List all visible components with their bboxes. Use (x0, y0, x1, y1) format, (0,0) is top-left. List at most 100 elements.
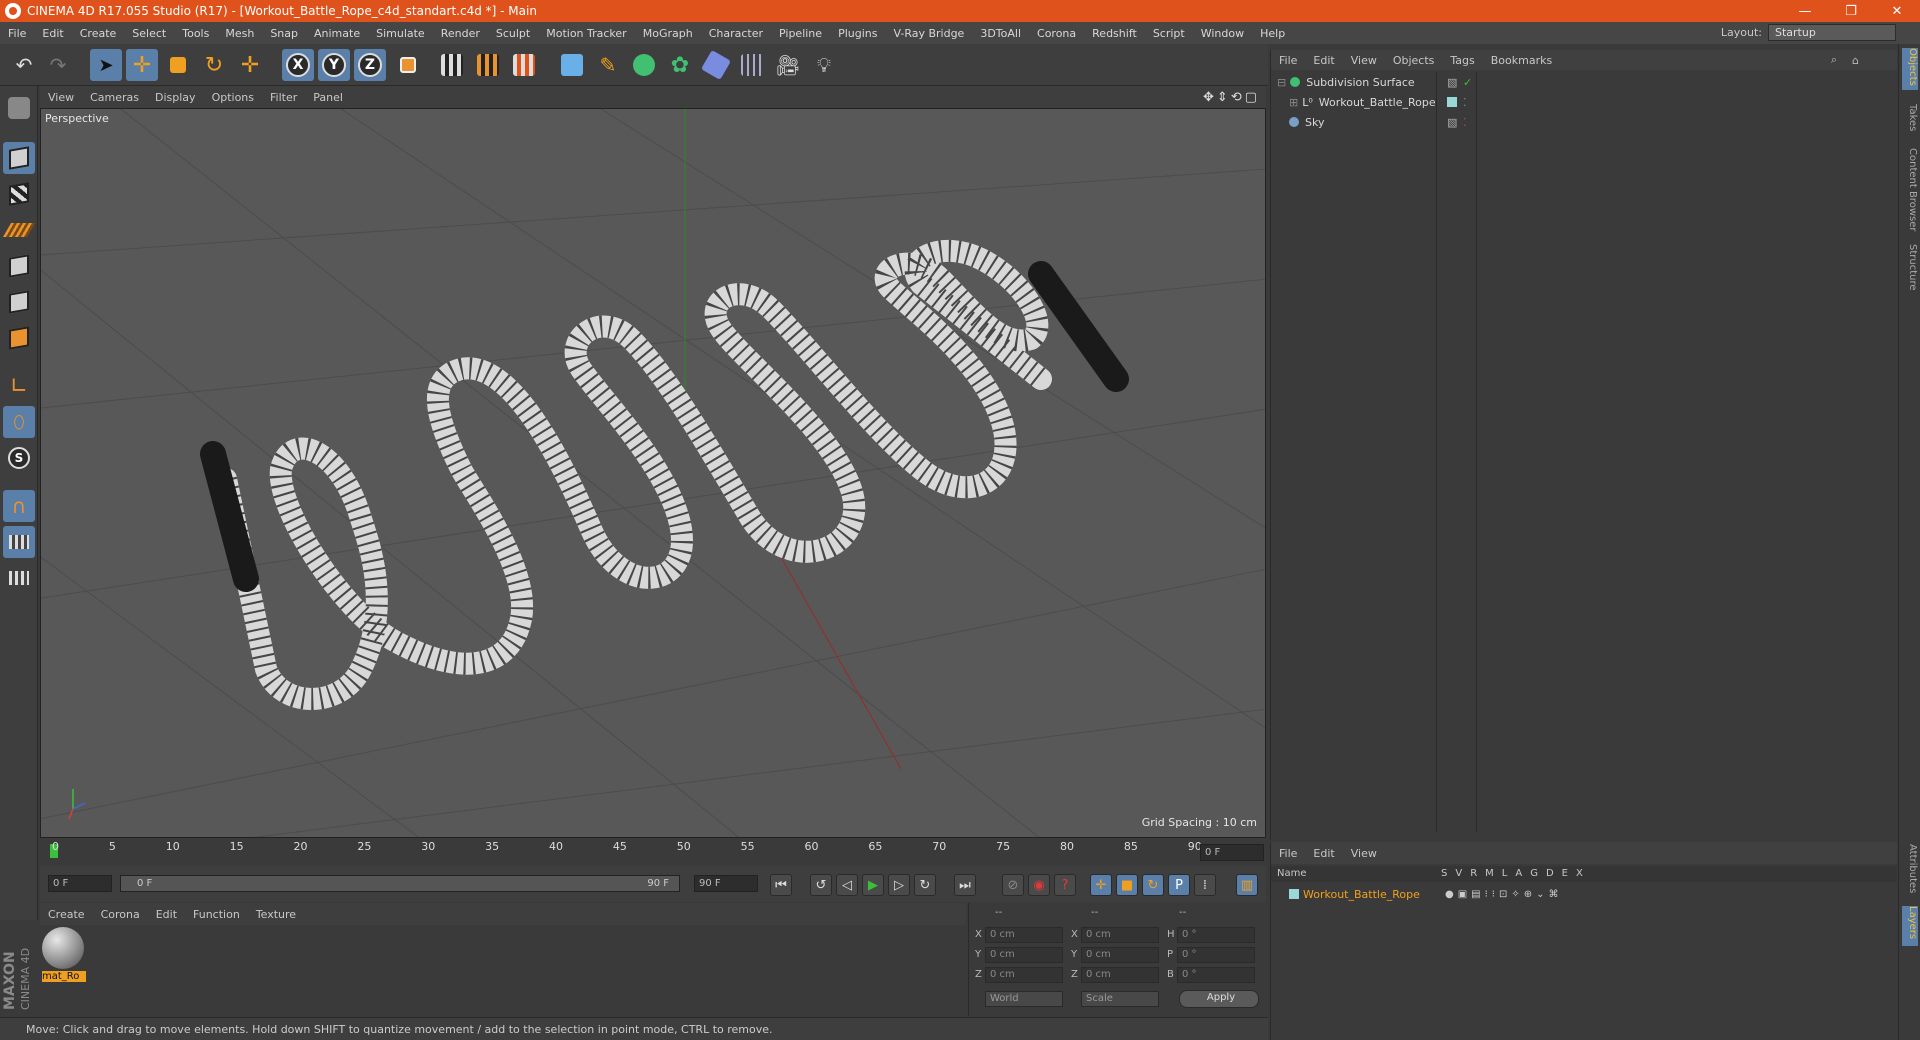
objmgr-menu-bookmarks[interactable]: Bookmarks (1483, 54, 1560, 67)
polygons-mode-button[interactable] (3, 322, 35, 354)
col-manager[interactable]: M (1485, 866, 1494, 882)
next-keyframe-button[interactable]: ↻ (914, 874, 936, 896)
laymgr-menu-view[interactable]: View (1343, 847, 1385, 860)
next-frame-button[interactable]: ▷ (888, 874, 910, 896)
play-button[interactable]: ▶ (862, 874, 884, 896)
viewport-menu-panel[interactable]: Panel (305, 91, 351, 104)
key-position-button[interactable]: ✛ (1090, 874, 1112, 896)
object-row[interactable]: Sky ▧ ⁚ (1271, 112, 1897, 132)
menu-motion-tracker[interactable]: Motion Tracker (538, 27, 634, 40)
render-picture-viewer-button[interactable] (472, 49, 504, 81)
coord-system-dropdown[interactable]: World (985, 991, 1063, 1007)
objmgr-menu-tags[interactable]: Tags (1442, 54, 1482, 67)
menu-select[interactable]: Select (124, 27, 174, 40)
render-view-button[interactable] (436, 49, 468, 81)
tweak-mode-button[interactable]: ⬯ (3, 406, 35, 438)
texture-mode-button[interactable] (3, 178, 35, 210)
go-to-end-button[interactable]: ⏭ (954, 874, 976, 896)
col-view[interactable]: V (1455, 866, 1462, 882)
tab-structure[interactable]: Structure (1902, 244, 1918, 294)
col-xrefs[interactable]: X (1576, 866, 1583, 882)
menu-simulate[interactable]: Simulate (368, 27, 433, 40)
size-y-field[interactable]: 0 cm (1081, 947, 1159, 963)
menu-3dtoall[interactable]: 3DToAll (972, 27, 1029, 40)
col-deformers[interactable]: D (1546, 866, 1554, 882)
points-mode-button[interactable] (3, 250, 35, 282)
viewport-menu-display[interactable]: Display (147, 91, 204, 104)
menu-pipeline[interactable]: Pipeline (771, 27, 830, 40)
objmgr-menu-objects[interactable]: Objects (1385, 54, 1443, 67)
close-button[interactable]: ✕ (1874, 4, 1920, 19)
render-settings-button[interactable] (508, 49, 540, 81)
frame-range-slider[interactable]: 0 F 90 F (120, 875, 680, 892)
material-menu-create[interactable]: Create (40, 908, 93, 921)
undo-button[interactable]: ↶ (8, 49, 40, 81)
layout-dropdown[interactable]: Startup (1768, 24, 1896, 41)
viewport-menu-options[interactable]: Options (204, 91, 262, 104)
laymgr-menu-edit[interactable]: Edit (1305, 847, 1342, 860)
menu-help[interactable]: Help (1252, 27, 1293, 40)
menu-mograph[interactable]: MoGraph (635, 27, 701, 40)
make-editable-button[interactable] (3, 92, 35, 124)
menu-corona[interactable]: Corona (1029, 27, 1084, 40)
enable-snap-button[interactable]: ∩ (3, 490, 35, 522)
coord-mode-dropdown[interactable]: Scale (1081, 991, 1159, 1007)
viewport-nav-icons[interactable]: ✥⇕⟲▢ (1203, 90, 1260, 105)
menu-snap[interactable]: Snap (262, 27, 306, 40)
prev-keyframe-button[interactable]: ↺ (810, 874, 832, 896)
end-frame-field[interactable]: 90 F (694, 875, 758, 892)
tab-objects[interactable]: Objects (1902, 48, 1918, 90)
objmgr-menu-view[interactable]: View (1343, 54, 1385, 67)
object-row[interactable]: ⊟ Subdivision Surface ▧ ✓ (1271, 72, 1897, 92)
objmgr-menu-file[interactable]: File (1271, 54, 1305, 67)
layer-color-swatch[interactable] (1447, 97, 1457, 107)
material-swatch[interactable]: mat_Ro (42, 927, 86, 989)
col-animation[interactable]: A (1515, 866, 1522, 882)
add-cube-button[interactable] (556, 49, 588, 81)
snap-settings-button[interactable]: S (3, 442, 35, 474)
transform-tool-button[interactable]: ✛ (234, 49, 266, 81)
viewport-menu-view[interactable]: View (40, 91, 82, 104)
layer-flags-icons[interactable]: ●▣▤⁝⁝⊡✧⊕⌄⌘ (1445, 889, 1563, 900)
add-deformer-button[interactable] (700, 49, 732, 81)
enabled-check-icon[interactable]: ✓ (1463, 76, 1472, 89)
menu-vray-bridge[interactable]: V-Ray Bridge (885, 27, 972, 40)
add-light-button[interactable]: 💡︎ (808, 49, 840, 81)
objmgr-menu-edit[interactable]: Edit (1305, 54, 1342, 67)
menu-animate[interactable]: Animate (306, 27, 368, 40)
tab-takes[interactable]: Takes (1902, 104, 1918, 138)
coordinate-system-button[interactable] (392, 49, 424, 81)
key-scale-button[interactable]: ■ (1116, 874, 1138, 896)
go-to-start-button[interactable]: ⏮ (770, 874, 792, 896)
lock-workplane-button[interactable] (3, 526, 35, 558)
start-frame-field[interactable]: 0 F (48, 875, 112, 892)
menu-redshift[interactable]: Redshift (1084, 27, 1145, 40)
laymgr-menu-file[interactable]: File (1271, 847, 1305, 860)
menu-sculpt[interactable]: Sculpt (488, 27, 538, 40)
add-mograph-button[interactable]: ✿ (664, 49, 696, 81)
y-axis-lock-button[interactable]: Y (318, 49, 350, 81)
z-axis-lock-button[interactable]: Z (354, 49, 386, 81)
enable-axis-button[interactable]: ∟ (3, 370, 35, 402)
layer-row[interactable]: Workout_Battle_Rope ●▣▤⁝⁝⊡✧⊕⌄⌘ (1271, 884, 1897, 904)
object-row[interactable]: ⊞ L⁰ Workout_Battle_Rope ⁚ (1271, 92, 1897, 112)
col-locked[interactable]: L (1502, 866, 1508, 882)
move-tool-button[interactable]: ✛ (126, 49, 158, 81)
menu-character[interactable]: Character (701, 27, 771, 40)
pos-y-field[interactable]: 0 cm (985, 947, 1063, 963)
add-camera-button[interactable]: 🎥︎ (772, 49, 804, 81)
menu-tools[interactable]: Tools (174, 27, 217, 40)
viewport-menu-filter[interactable]: Filter (262, 91, 305, 104)
pos-z-field[interactable]: 0 cm (985, 967, 1063, 983)
pos-x-field[interactable]: 0 cm (985, 927, 1063, 943)
material-menu-edit[interactable]: Edit (148, 908, 185, 921)
workplane-axis-button[interactable] (3, 562, 35, 594)
autokey-button[interactable]: ? (1054, 874, 1076, 896)
menu-edit[interactable]: Edit (34, 27, 71, 40)
size-z-field[interactable]: 0 cm (1081, 967, 1159, 983)
rot-h-field[interactable]: 0 ° (1177, 927, 1255, 943)
visibility-toggle-icon[interactable]: ▧ (1447, 76, 1457, 89)
menu-script[interactable]: Script (1145, 27, 1193, 40)
menu-create[interactable]: Create (72, 27, 125, 40)
redo-button[interactable]: ↷ (42, 49, 74, 81)
